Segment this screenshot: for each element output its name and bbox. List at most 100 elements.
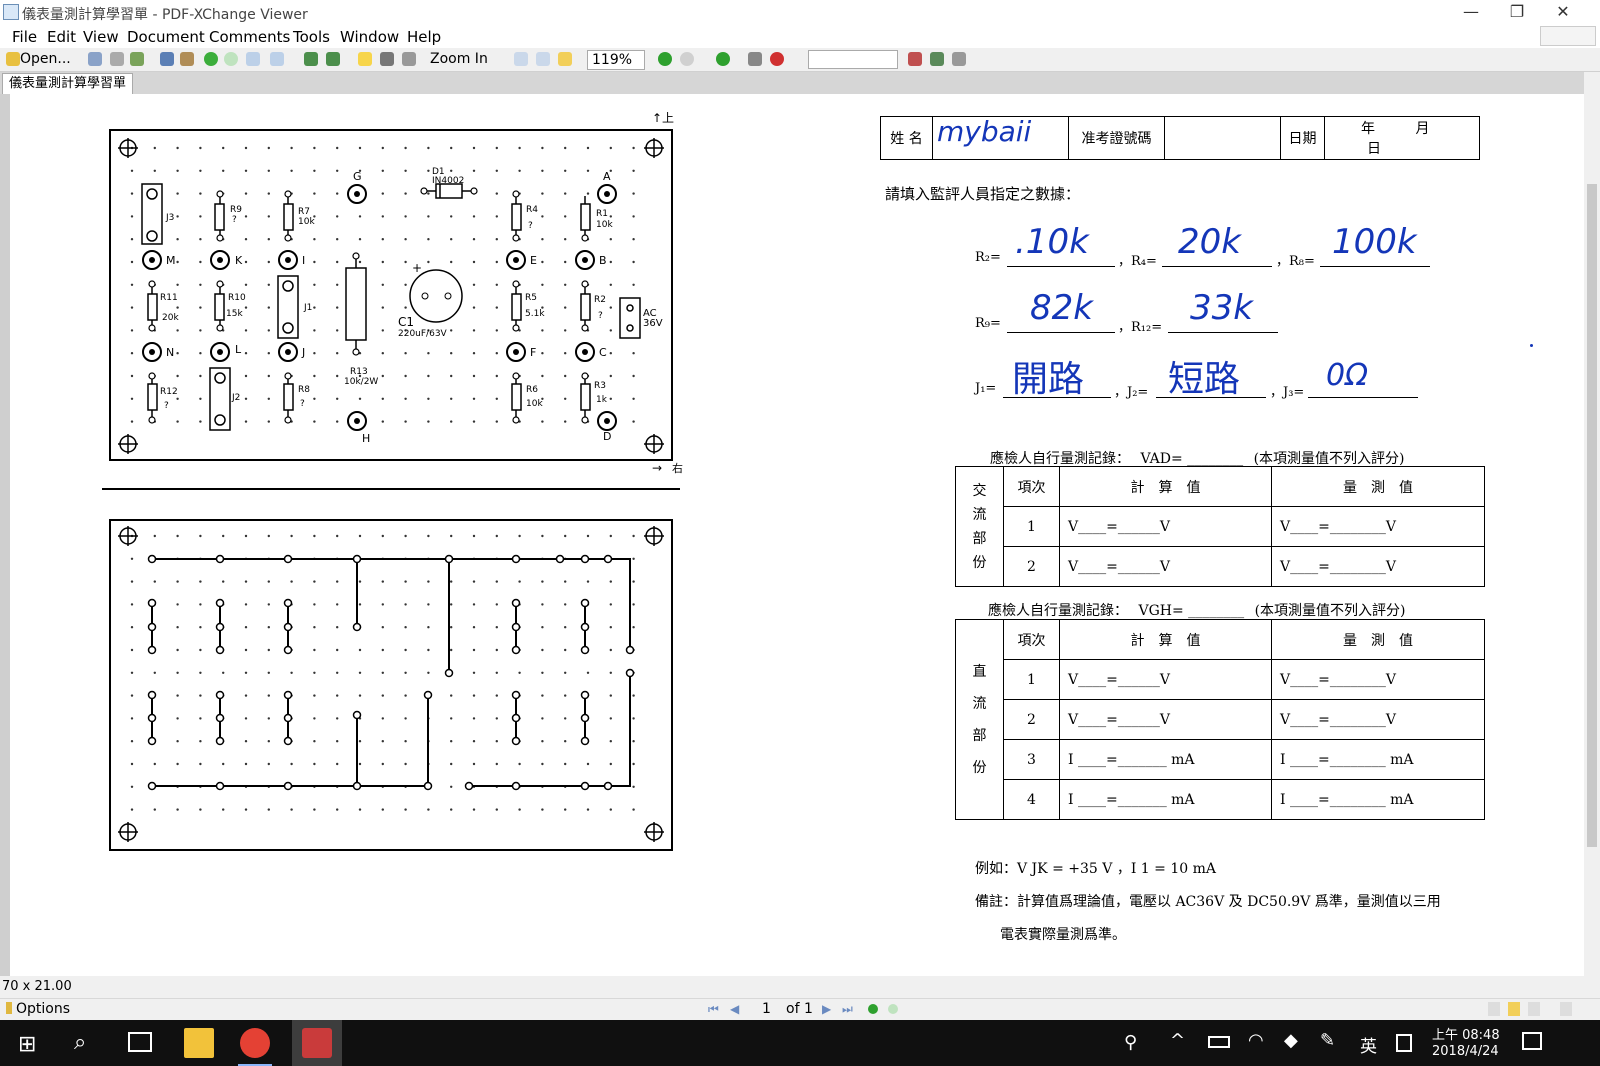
windows-start-icon[interactable]: ⊞ — [18, 1032, 36, 1057]
label-r10: R10 — [228, 293, 246, 303]
forward-icon[interactable] — [224, 52, 238, 66]
back-view-icon[interactable] — [868, 1004, 878, 1014]
perfboard-hole — [313, 648, 316, 652]
file-explorer-icon[interactable] — [184, 1028, 214, 1058]
save-icon[interactable] — [88, 52, 102, 66]
battery-icon[interactable] — [1208, 1036, 1230, 1048]
marquee-zoom-icon[interactable] — [402, 52, 416, 66]
last-page-icon[interactable]: ⏭ — [842, 1002, 853, 1017]
wifi-icon[interactable]: ◠ — [1248, 1030, 1264, 1051]
perfboard-hole — [199, 808, 202, 811]
find-icon[interactable] — [770, 52, 784, 66]
perfboard-hole — [176, 762, 179, 766]
next-result-icon[interactable] — [930, 52, 944, 66]
pdf-xchange-icon[interactable] — [302, 1028, 332, 1058]
perfboard-hole — [244, 306, 248, 309]
link-icon[interactable] — [748, 52, 762, 66]
minimize-button[interactable]: — — [1448, 0, 1494, 26]
search-input[interactable] — [808, 50, 898, 69]
clock-time[interactable]: 上午 08:48 — [1432, 1024, 1500, 1043]
next-page-icon[interactable] — [680, 52, 694, 66]
single-page-icon[interactable] — [1488, 1002, 1500, 1016]
perfboard-hole — [222, 762, 225, 766]
perfboard-hole — [495, 671, 498, 674]
chrome-icon[interactable] — [240, 1028, 270, 1058]
perfboard-hole — [199, 534, 202, 538]
perfboard-hole — [130, 671, 134, 674]
perfboard-hole — [541, 283, 544, 286]
download-pdf-tools-icon[interactable] — [1540, 26, 1596, 46]
menu-comments[interactable]: Comments — [209, 28, 290, 46]
previous-result-icon[interactable] — [908, 52, 922, 66]
rotate-left-icon[interactable] — [304, 52, 318, 66]
perfboard-hole — [358, 762, 362, 766]
dropbox-icon[interactable]: ◆ — [1284, 1030, 1298, 1051]
perfboard-hole — [427, 215, 430, 218]
r12-line — [1168, 332, 1278, 333]
notifications-icon[interactable] — [1522, 1032, 1542, 1050]
rotate-right-icon[interactable] — [326, 52, 340, 66]
back-icon[interactable] — [204, 52, 218, 66]
perfboard-hole — [564, 740, 567, 743]
facing-page-icon[interactable] — [1528, 1002, 1540, 1016]
zoom-level-input[interactable]: 119% — [587, 50, 645, 70]
menu-file[interactable]: File — [12, 28, 37, 46]
perfboard-hole — [632, 374, 635, 378]
input-method-indicator[interactable]: 英 — [1360, 1032, 1377, 1057]
menu-tools[interactable]: Tools — [293, 28, 330, 46]
search-options-icon[interactable] — [952, 52, 966, 66]
open-folder-icon[interactable] — [6, 52, 20, 66]
clock-date[interactable]: 2018/4/24 — [1432, 1044, 1499, 1059]
current-page-input[interactable]: 1 — [762, 1001, 771, 1017]
perfboard-hole — [267, 740, 270, 743]
close-button[interactable]: ✕ — [1540, 0, 1586, 26]
tray-expand-icon[interactable]: ^ — [1170, 1030, 1185, 1051]
fit-width-icon[interactable] — [558, 52, 572, 66]
previous-page-nav-icon[interactable]: ◀ — [730, 1002, 739, 1016]
ime-mode-icon[interactable] — [1396, 1034, 1412, 1052]
zoom-in-button[interactable]: Zoom In — [430, 51, 488, 67]
hand-tool-icon[interactable] — [160, 52, 174, 66]
people-icon[interactable]: ⚲ — [1124, 1032, 1137, 1053]
next-page-nav-icon[interactable]: ▶ — [822, 1002, 831, 1016]
restore-button[interactable]: ❐ — [1494, 0, 1540, 26]
task-view-icon[interactable] — [128, 1032, 152, 1052]
redo-icon[interactable] — [270, 52, 284, 66]
vertical-scroll-thumb[interactable] — [1587, 184, 1597, 847]
horizontal-scrollbar[interactable]: 70 x 21.00 — [0, 976, 1600, 998]
undo-icon[interactable] — [246, 52, 260, 66]
forward-view-icon[interactable] — [888, 1004, 898, 1014]
label-r13: R13 — [350, 367, 368, 377]
perfboard-hole — [313, 762, 316, 766]
r8-label: ，R₈= — [1276, 254, 1315, 269]
hand-icon[interactable] — [358, 52, 372, 66]
perfboard-hole — [404, 626, 407, 629]
perfboard-hole — [381, 352, 384, 355]
search-icon[interactable]: ⌕ — [74, 1030, 86, 1055]
email-icon[interactable] — [130, 52, 144, 66]
go-forward-icon[interactable] — [716, 52, 730, 66]
tab-document[interactable]: 儀表量測計算學習單 — [2, 73, 134, 94]
print-icon[interactable] — [110, 52, 124, 66]
menu-view[interactable]: View — [83, 28, 119, 46]
continuous-facing-icon[interactable] — [1560, 1002, 1572, 1016]
value-r10: 15k — [226, 309, 243, 319]
menu-help[interactable]: Help — [407, 28, 441, 46]
previous-page-icon[interactable] — [658, 52, 672, 66]
menu-document[interactable]: Document — [127, 28, 205, 46]
terminal-label-l: L — [235, 343, 242, 356]
perfboard-hole — [472, 397, 476, 400]
menu-window[interactable]: Window — [340, 28, 399, 46]
select-text-icon[interactable] — [180, 52, 194, 66]
capacitor-pad — [444, 292, 452, 300]
open-button[interactable]: Open... — [20, 51, 71, 67]
options-button[interactable]: Options — [16, 1001, 70, 1017]
snapshot-icon[interactable] — [380, 52, 394, 66]
first-page-icon[interactable]: ⏮ — [708, 1002, 719, 1017]
pen-icon[interactable]: ✎ — [1320, 1030, 1335, 1051]
ac-table: 交流部份 項次 計 算 值 量 測 值 1 V____=______V V___… — [955, 466, 1485, 587]
fit-page-icon[interactable] — [536, 52, 550, 66]
menu-edit[interactable]: Edit — [47, 28, 76, 46]
actual-size-icon[interactable] — [514, 52, 528, 66]
continuous-page-icon[interactable] — [1508, 1002, 1520, 1016]
